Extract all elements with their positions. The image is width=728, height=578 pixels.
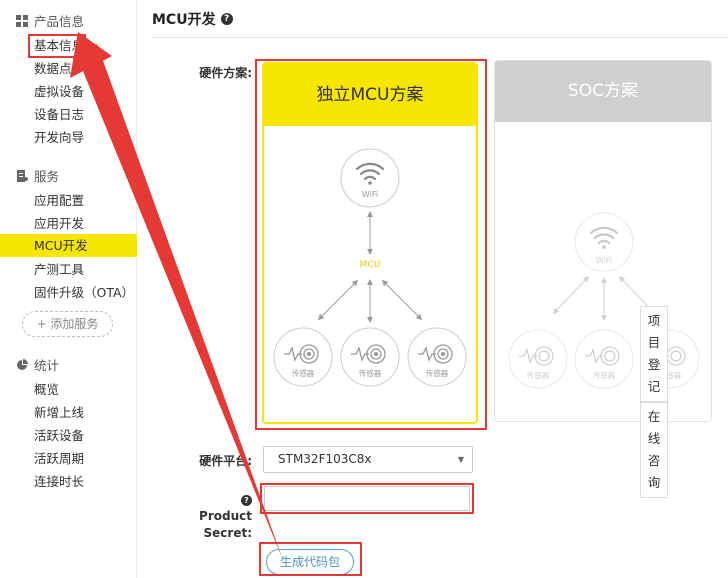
page: 产品信息 基本信息 数据点 虚拟设备 设备日志 开发向导 服务 应用配置 应用开… [0, 0, 728, 578]
annotation-arrow [70, 32, 283, 560]
